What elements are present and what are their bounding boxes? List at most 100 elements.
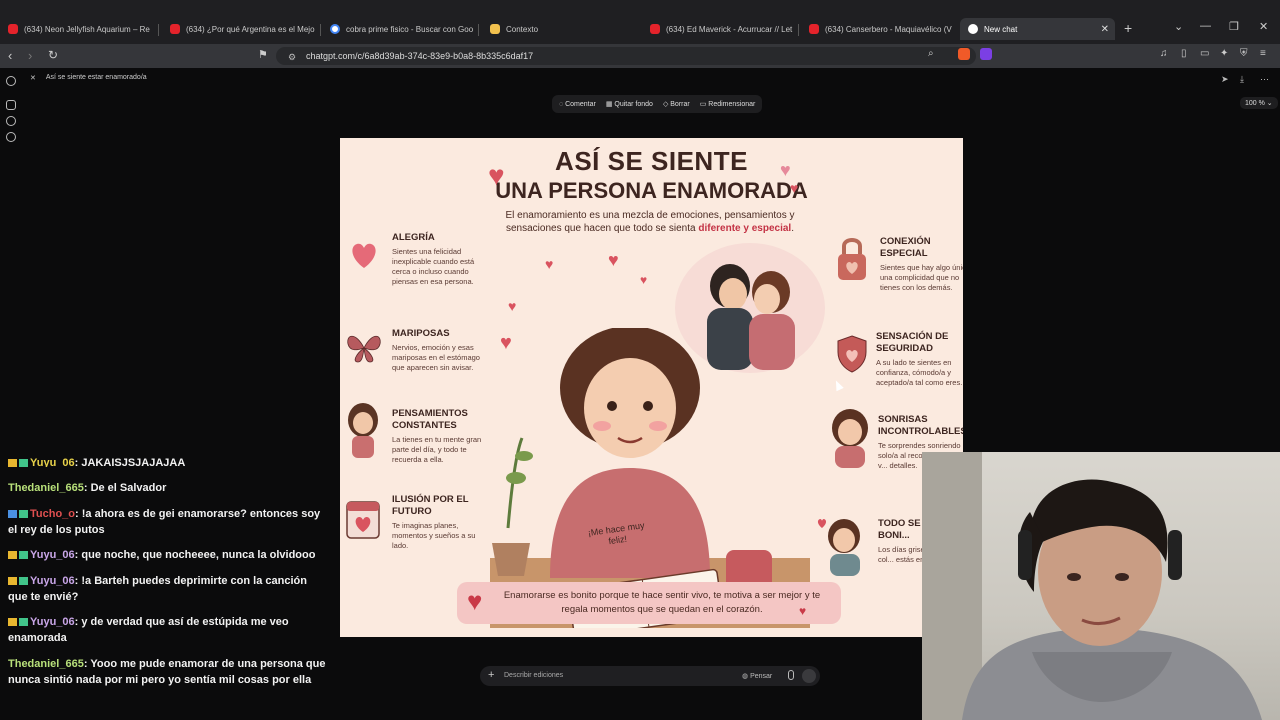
reload-icon[interactable]: ↻ bbox=[48, 48, 58, 62]
chat-username: Yuyu_06 bbox=[30, 457, 75, 467]
chatgpt-icon bbox=[968, 24, 978, 34]
browser-tab-active[interactable]: New chat ✕ bbox=[960, 18, 1115, 40]
bookmark-icon[interactable]: ⚑ bbox=[258, 48, 268, 61]
browser-tab[interactable]: cobra prime fisico - Buscar con Goo bbox=[322, 18, 474, 40]
close-icon[interactable]: ✕ bbox=[1101, 24, 1109, 35]
feature-title: MARIPOSAS bbox=[392, 328, 450, 339]
google-icon bbox=[330, 24, 340, 34]
tab-title: (634) Neon Jellyfish Aquarium – Re bbox=[24, 24, 150, 34]
erase-label: Borrar bbox=[670, 101, 690, 108]
address-bar-row: ‹ › ↻ ⚑ ⚙ chatgpt.com/c/6a8d39ab-374c-83… bbox=[0, 44, 1280, 68]
sidebar-icon[interactable]: ▯ bbox=[1181, 48, 1187, 59]
image-header: ✕ Así se siente estar enamorado/a bbox=[30, 74, 147, 82]
search-icon[interactable] bbox=[6, 116, 16, 126]
site-settings-icon[interactable]: ⚙ bbox=[288, 48, 296, 66]
infographic-title-line2: UNA PERSONA ENAMORADA bbox=[495, 178, 808, 203]
new-tab-button[interactable]: + bbox=[1124, 20, 1132, 36]
gem-badge-icon bbox=[19, 618, 28, 627]
more-options-icon[interactable]: ⋯ bbox=[1260, 74, 1269, 85]
feature-alegria: ALEGRÍA Sientes una felicidad inexplicab… bbox=[392, 232, 492, 287]
plus-icon[interactable]: + bbox=[488, 669, 494, 681]
erase-button[interactable]: ◇ Borrar bbox=[663, 100, 690, 108]
brave-rewards-icon[interactable] bbox=[980, 48, 992, 60]
chatgpt-logo-icon[interactable] bbox=[6, 76, 16, 86]
heart-icon: ♥ bbox=[467, 586, 483, 616]
calendar-heart-icon bbox=[346, 501, 380, 539]
girl-with-hearts-icon bbox=[817, 519, 860, 576]
browser-tab[interactable]: (634) Ed Maverick - Acurrucar // Let bbox=[642, 18, 794, 40]
browser-tab[interactable]: (634) ¿Por qué Argentina es el Mejo bbox=[162, 18, 317, 40]
feature-title: SENSACIÓN DE SEGURIDAD bbox=[876, 331, 949, 354]
tab-title: cobra prime fisico - Buscar con Goo bbox=[346, 24, 474, 34]
think-label: Pensar bbox=[750, 673, 773, 680]
maximize-button[interactable]: ❐ bbox=[1229, 20, 1239, 33]
chat-message: Tucho_o: !a ahora es de gei enamorarse? … bbox=[8, 508, 321, 536]
feature-description: Sientes que hay algo único, una complici… bbox=[880, 263, 963, 292]
send-button[interactable] bbox=[802, 669, 816, 683]
browser-tab[interactable]: Contexto bbox=[482, 18, 632, 40]
download-icon[interactable]: ⤓ bbox=[1240, 74, 1244, 85]
zoom-value: 100 % bbox=[1245, 100, 1265, 107]
chat-message: Yuyu_06: JAKAISJSJAJAJAA bbox=[8, 456, 326, 467]
minimize-button[interactable]: — bbox=[1200, 20, 1211, 32]
chat-text: que noche, que nocheeee, nunca la olvido… bbox=[81, 549, 316, 561]
streamer-webcam-image bbox=[922, 452, 1262, 720]
infographic-subtitle: El enamoramiento es una mezcla de emocio… bbox=[490, 209, 810, 235]
browser-tab-bar: (634) Neon Jellyfish Aquarium – Re (634)… bbox=[0, 0, 1280, 44]
heart-icon: ♥ bbox=[545, 256, 554, 272]
forward-arrow-icon[interactable]: › bbox=[28, 48, 32, 63]
chat-username: Thedaniel_665 bbox=[8, 658, 84, 670]
feature-description: Nervios, emoción y esas mariposas en el … bbox=[392, 343, 480, 372]
subtitle-highlight: diferente y especial bbox=[698, 223, 792, 234]
resize-label: Redimensionar bbox=[708, 101, 756, 108]
youtube-icon bbox=[809, 24, 819, 34]
butterfly-icon bbox=[347, 335, 381, 363]
chat-username: Yuyu_06 bbox=[30, 575, 75, 587]
zoom-select[interactable]: 100 % ⌄ bbox=[1240, 97, 1278, 109]
chat-username: Yuyu_06 bbox=[30, 549, 75, 561]
chat-username: Thedaniel_665 bbox=[8, 482, 84, 494]
feature-description: Sientes una felicidad inexplicable cuand… bbox=[392, 247, 475, 286]
chevron-down-icon[interactable]: ⌄ bbox=[1174, 20, 1183, 33]
back-arrow-icon[interactable]: ‹ bbox=[8, 48, 12, 63]
feature-description: Te imaginas planes, momentos y sueños a … bbox=[392, 521, 476, 550]
wallet-icon[interactable]: ▭ bbox=[1200, 48, 1209, 59]
think-button[interactable]: ◍ Pensar bbox=[742, 672, 772, 680]
vpn-icon[interactable]: ⛨ bbox=[1240, 48, 1248, 59]
heart-icon: ♥ bbox=[640, 273, 648, 287]
leo-ai-icon[interactable]: ✦ bbox=[1220, 48, 1228, 59]
shield-heart-icon bbox=[837, 335, 867, 373]
infographic-image[interactable]: ASÍ SE SIENTE UNA PERSONA ENAMORADA ♥ ♥ … bbox=[340, 138, 963, 637]
crown-badge-icon bbox=[8, 618, 17, 627]
music-icon[interactable]: ♫ bbox=[1160, 48, 1168, 59]
remove-background-label: Quitar fondo bbox=[614, 101, 653, 108]
tab-title: New chat bbox=[984, 24, 1018, 34]
browser-tab[interactable]: (634) Neon Jellyfish Aquarium – Re bbox=[0, 18, 155, 40]
menu-icon[interactable]: ≡ bbox=[1260, 48, 1266, 59]
remove-background-button[interactable]: ▦ Quitar fondo bbox=[606, 100, 653, 108]
zoom-icon[interactable]: ⌕ bbox=[928, 48, 934, 59]
microphone-icon[interactable] bbox=[788, 670, 794, 680]
heart-icon: ♥ bbox=[780, 160, 791, 180]
comment-button[interactable]: ◌ Comentar bbox=[559, 101, 596, 108]
browser-tab[interactable]: (634) Canserbero - Maquiavélico (V bbox=[801, 18, 953, 40]
gem-badge-icon bbox=[19, 577, 28, 586]
url-text: chatgpt.com/c/6a8d39ab-374c-83e9-b0a8-8b… bbox=[306, 51, 534, 61]
close-icon[interactable]: ✕ bbox=[30, 74, 36, 82]
brave-shield-icon[interactable] bbox=[958, 48, 970, 60]
heart-icon: ♥ bbox=[488, 160, 505, 191]
close-window-button[interactable]: ✕ bbox=[1259, 20, 1268, 33]
chat-message: Thedaniel_665: Yooo me pude enamorar de … bbox=[8, 658, 326, 686]
resize-button[interactable]: ▭ Redimensionar bbox=[700, 100, 756, 108]
feature-description: A su lado te sientes en confianza, cómod… bbox=[876, 358, 963, 387]
youtube-icon bbox=[170, 24, 180, 34]
tab-title: (634) Ed Maverick - Acurrucar // Let bbox=[666, 24, 793, 34]
library-icon[interactable] bbox=[6, 132, 16, 142]
edit-prompt-input[interactable]: + Describir ediciones ◍ Pensar bbox=[480, 666, 820, 686]
comment-label: Comentar bbox=[565, 100, 596, 108]
lock-heart-icon bbox=[838, 238, 866, 280]
smiling-girl-icon bbox=[832, 409, 868, 468]
url-field[interactable]: ⚙ chatgpt.com/c/6a8d39ab-374c-83e9-b0a8-… bbox=[276, 47, 976, 65]
new-chat-icon[interactable] bbox=[6, 100, 16, 110]
share-icon[interactable]: ➤ bbox=[1221, 74, 1229, 85]
